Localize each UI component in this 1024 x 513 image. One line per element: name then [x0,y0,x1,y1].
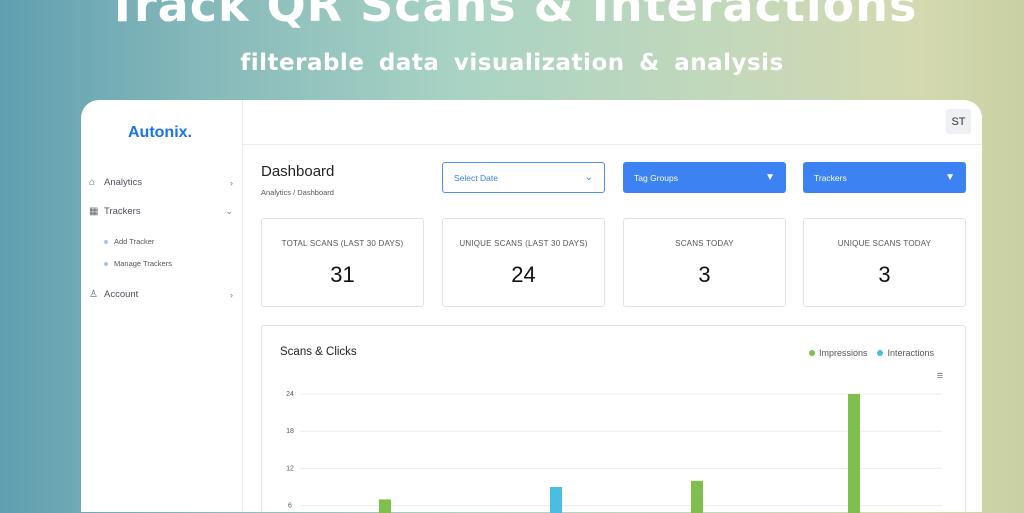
caret-down-icon: ▼ [945,172,955,183]
sidebar-item-label: Account [104,289,139,300]
stat-card-unique-scans: UNIQUE SCANS (LAST 30 DAYS) 24 [442,218,605,307]
bar-impressions[interactable] [691,480,703,513]
sidebar-item-trackers[interactable]: ▦ Trackers ⌄ [89,206,233,217]
sidebar-item-label: Trackers [104,206,141,217]
bar-impressions[interactable] [848,394,860,513]
hero-subtitle: filterable data visualization & analysis [240,50,784,76]
sidebar-item-label: Analytics [104,177,143,188]
user-icon: ♙ [89,289,98,300]
stat-value: 3 [878,262,891,287]
sidebar-item-account[interactable]: ♙ Account › [89,289,233,300]
chevron-right-icon: › [230,177,233,188]
analytics-icon: ⌂ [89,177,96,188]
subitem-label: Add Tracker [114,237,155,246]
stat-value: 24 [511,262,536,287]
date-select-label: Select Date [454,172,498,183]
chart-plot: 24 18 12 6 [286,391,942,513]
trackers-dropdown[interactable]: Trackers ▼ [803,162,966,193]
caret-down-icon: ▼ [765,172,775,183]
sidebar: Autonix. ⌂ Analytics › ▦ Trackers ⌄ Add Trac… [81,100,243,512]
scans-clicks-chart: Scans & Clicks Impressions Interactions … [261,325,966,513]
stat-label: UNIQUE SCANS (LAST 30 DAYS) [459,239,588,248]
stat-card-unique-scans-today: UNIQUE SCANS TODAY 3 [803,218,966,307]
bullet-icon [104,261,108,266]
breadcrumb: Analytics / Dashboard [261,188,334,197]
tag-groups-label: Tag Groups [634,172,678,183]
y-tick-label: 6 [288,503,292,510]
y-tick-label: 18 [286,428,294,435]
y-tick-label: 12 [286,465,294,472]
bar-impressions[interactable] [379,499,391,513]
chevron-right-icon: › [230,289,233,300]
logo[interactable]: Autonix. [128,124,192,142]
avatar[interactable]: ST [946,109,971,134]
tag-groups-dropdown[interactable]: Tag Groups ▼ [623,162,786,193]
qr-icon: ▦ [89,206,99,217]
hero-title: Track QR Scans & Interactions [106,0,918,32]
page-title: Dashboard [261,163,335,180]
sidebar-subitem-add-tracker[interactable]: Add Tracker [104,237,154,246]
stat-value: 3 [698,262,711,287]
y-tick-label: 24 [286,391,294,398]
date-select[interactable]: Select Date ⌄ [442,162,605,193]
sidebar-item-analytics[interactable]: ⌂ Analytics › [89,177,233,188]
stat-label: SCANS TODAY [675,239,734,248]
bar-interactions[interactable] [550,487,562,513]
stat-card-scans-today: SCANS TODAY 3 [623,218,786,307]
dashboard-window: Autonix. ⌂ Analytics › ▦ Trackers ⌄ Add Trac… [81,100,982,513]
stat-label: UNIQUE SCANS TODAY [837,239,932,248]
bullet-icon [104,239,108,244]
subitem-label: Manage Trackers [114,259,172,268]
sidebar-subitem-manage-trackers[interactable]: Manage Trackers [104,259,172,268]
stat-label: TOTAL SCANS (LAST 30 DAYS) [281,239,404,248]
stat-value: 31 [330,262,355,287]
stat-card-total-scans: TOTAL SCANS (LAST 30 DAYS) 31 [261,218,424,307]
chevron-down-icon: ⌄ [584,172,593,183]
top-bar: ST [243,100,982,145]
chevron-down-icon: ⌄ [225,206,233,216]
trackers-label: Trackers [814,172,847,183]
